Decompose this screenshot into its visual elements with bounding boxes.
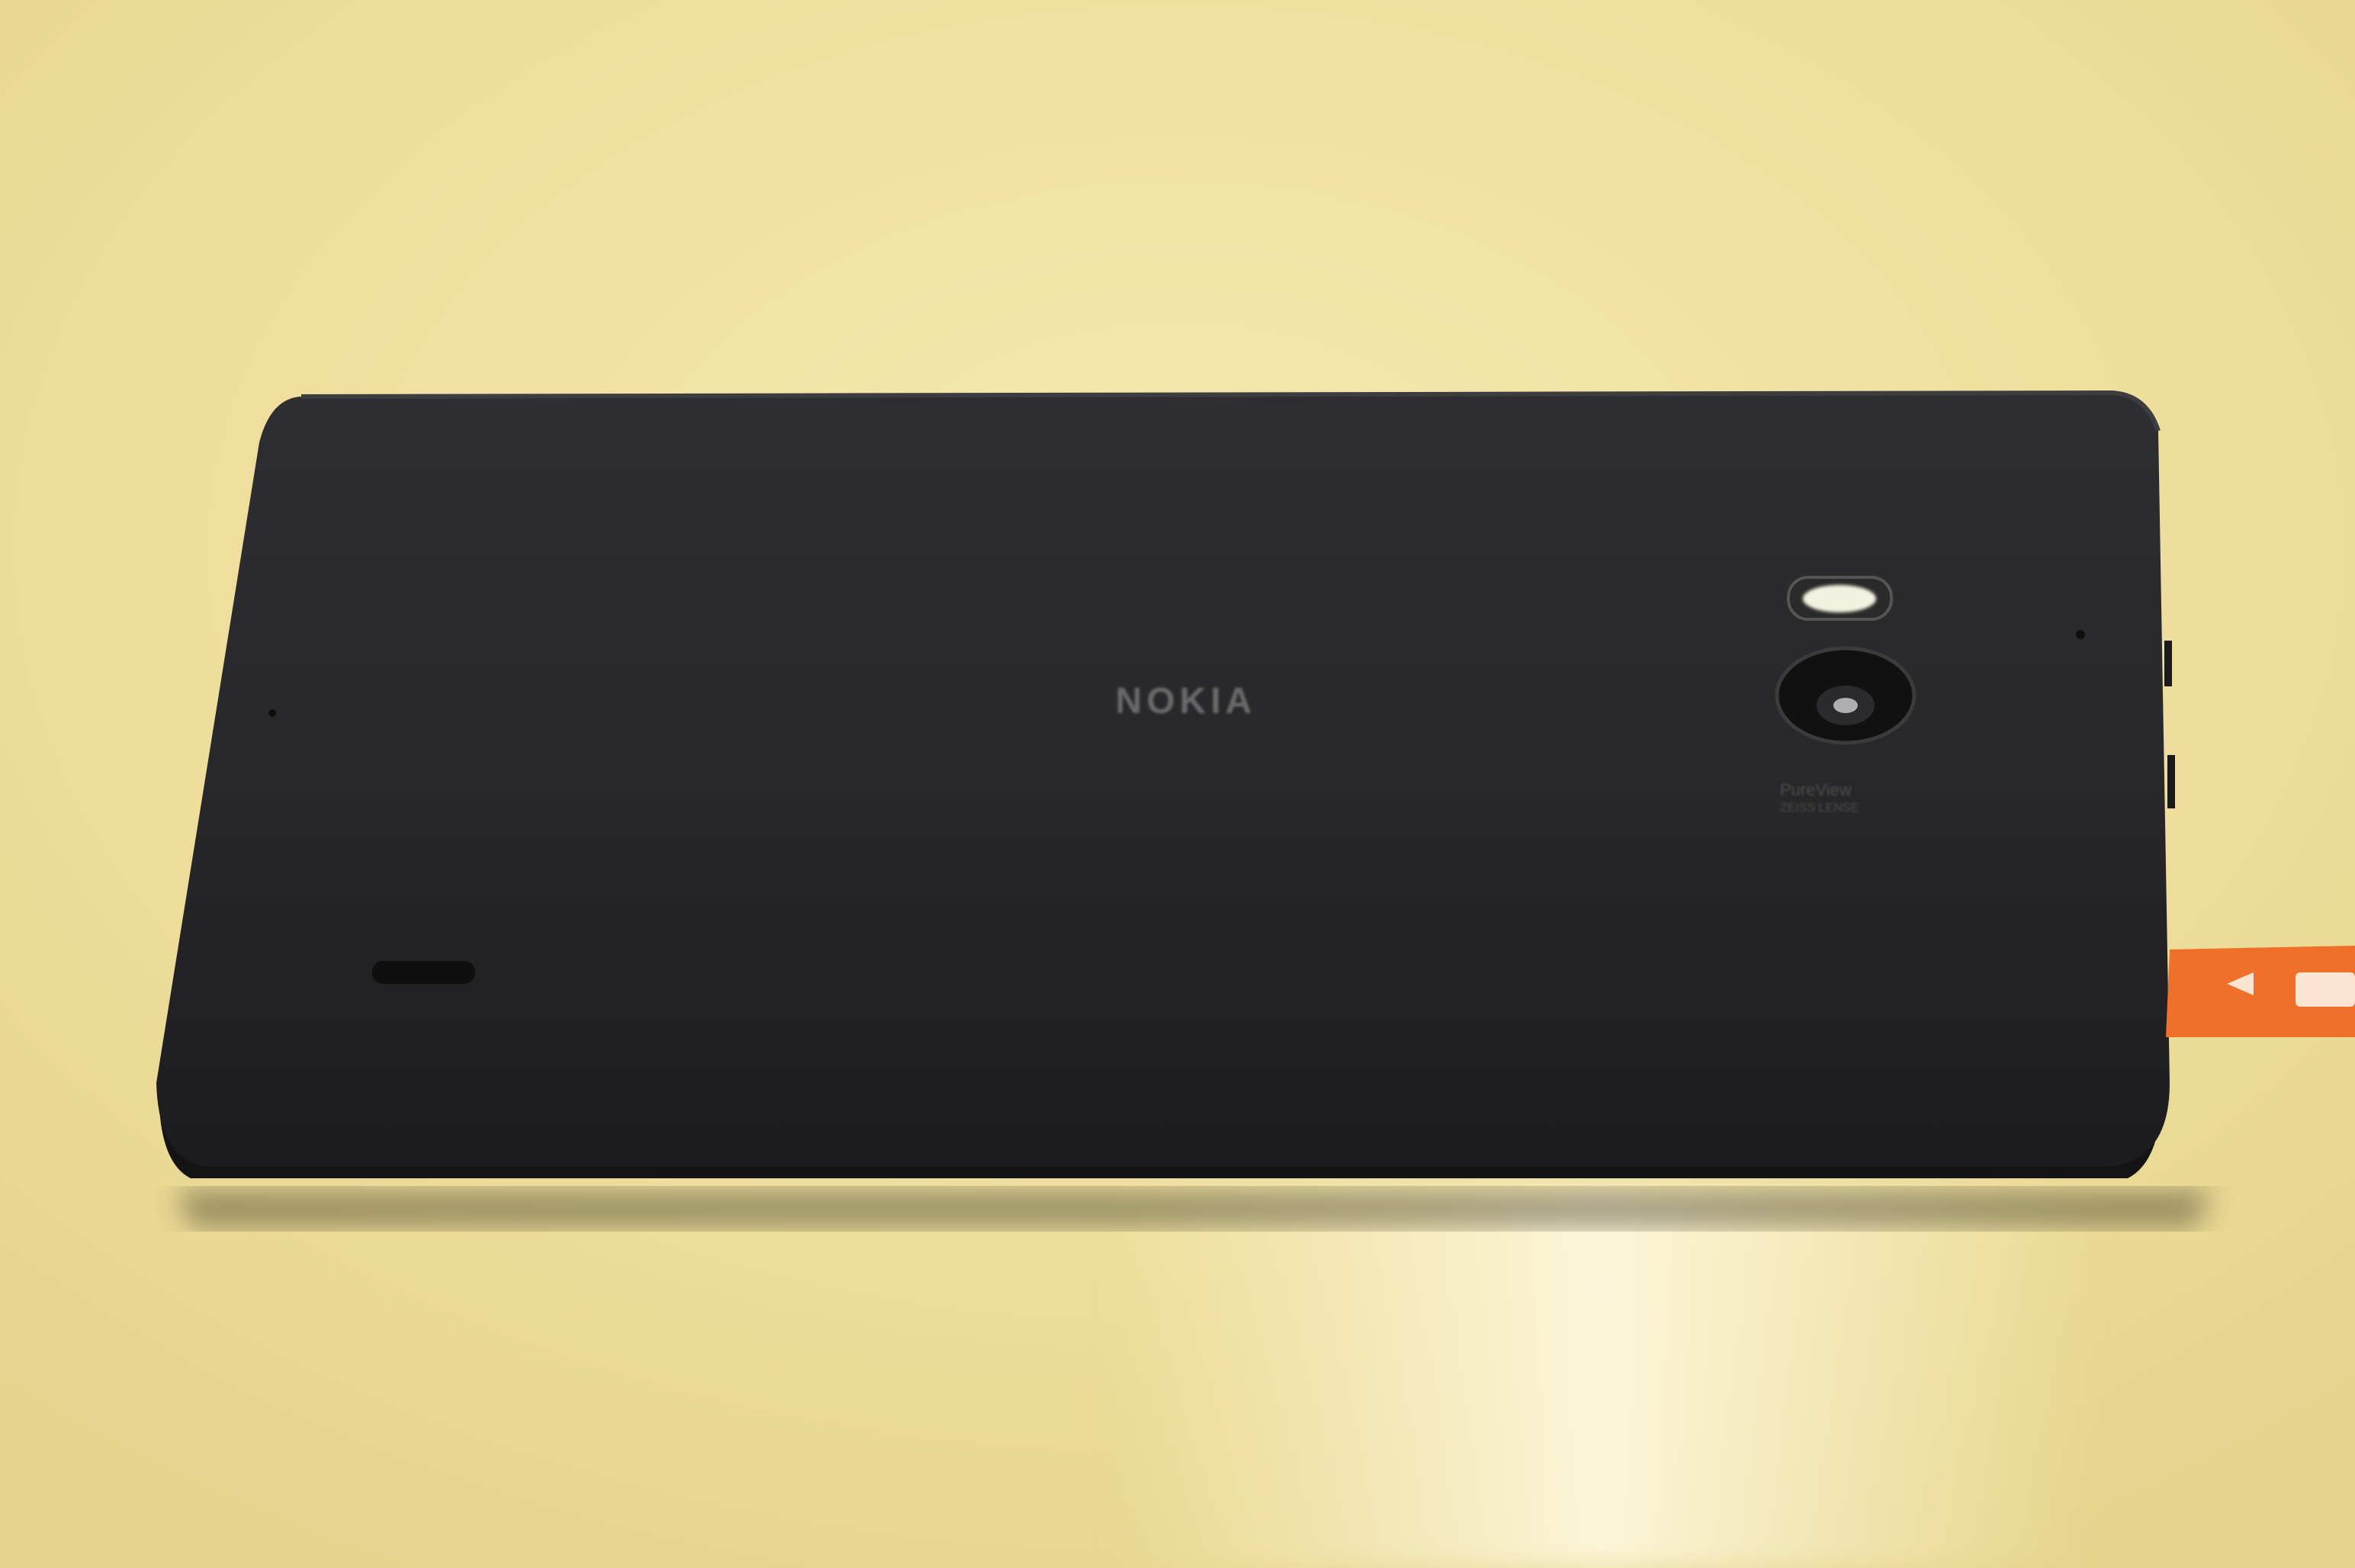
side-button [2164,641,2172,686]
speaker-grille-icon [372,961,475,984]
photo-scene [0,0,2355,1568]
phone-shadow [175,1190,2212,1228]
phone-back [156,393,2170,1167]
camera-badge: PureView ZEISS LENSE [1780,781,1955,818]
camera-badge-line2: ZEISS LENSE [1780,802,1859,815]
mic-dot [2076,630,2085,639]
table-glare [1106,1190,2097,1568]
lens-reflection [1833,698,1858,713]
mic-dot [268,709,276,717]
camera-badge-line1: PureView [1780,780,1852,799]
flash-glow [1803,585,1876,612]
side-button [2167,755,2175,808]
brand-logo: NOKIA [1115,681,1257,721]
strap-label [2296,972,2355,1007]
